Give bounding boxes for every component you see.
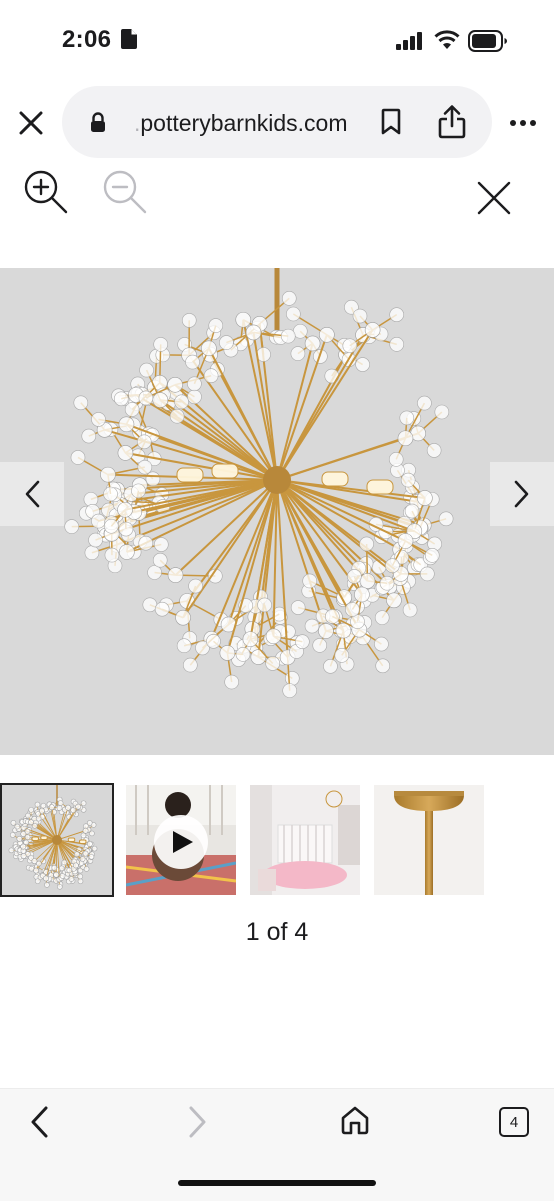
back-icon[interactable] xyxy=(28,1105,52,1139)
chandelier-illustration xyxy=(0,268,554,755)
video-thumbnail xyxy=(126,785,236,895)
tabs-button[interactable]: 4 xyxy=(499,1107,529,1137)
zoom-in-icon[interactable] xyxy=(22,168,70,216)
more-icon[interactable] xyxy=(509,119,537,127)
image-counter: 1 of 4 xyxy=(0,918,554,947)
thumbnail-1[interactable] xyxy=(2,785,112,895)
share-icon[interactable] xyxy=(437,104,467,140)
canopy-thumbnail xyxy=(374,785,484,895)
home-icon[interactable] xyxy=(339,1104,371,1136)
document-icon xyxy=(121,29,137,49)
close-icon[interactable] xyxy=(16,108,46,138)
next-image-button[interactable] xyxy=(490,462,554,526)
chevron-left-icon xyxy=(23,479,41,509)
url-text[interactable]: .potterybarnkids.com xyxy=(134,110,347,137)
bookmark-icon[interactable] xyxy=(379,108,403,136)
zoom-out-icon[interactable] xyxy=(101,168,149,216)
status-time: 2:06 xyxy=(62,26,111,54)
close-zoom-icon[interactable] xyxy=(476,180,512,216)
product-image[interactable] xyxy=(0,268,554,755)
wifi-icon xyxy=(434,30,460,50)
url-domain: potterybarnkids.com xyxy=(140,110,347,136)
nursery-thumbnail xyxy=(250,785,360,895)
battery-icon xyxy=(468,30,508,52)
forward-icon[interactable] xyxy=(185,1105,209,1139)
thumbnail-2[interactable] xyxy=(126,785,236,895)
signal-icon xyxy=(396,32,424,50)
home-indicator xyxy=(178,1180,376,1186)
chevron-right-icon xyxy=(513,479,531,509)
chandelier-thumbnail xyxy=(2,785,112,895)
thumbnail-3[interactable] xyxy=(250,785,360,895)
thumbnail-4[interactable] xyxy=(374,785,484,895)
previous-image-button[interactable] xyxy=(0,462,64,526)
lock-icon xyxy=(90,112,106,132)
